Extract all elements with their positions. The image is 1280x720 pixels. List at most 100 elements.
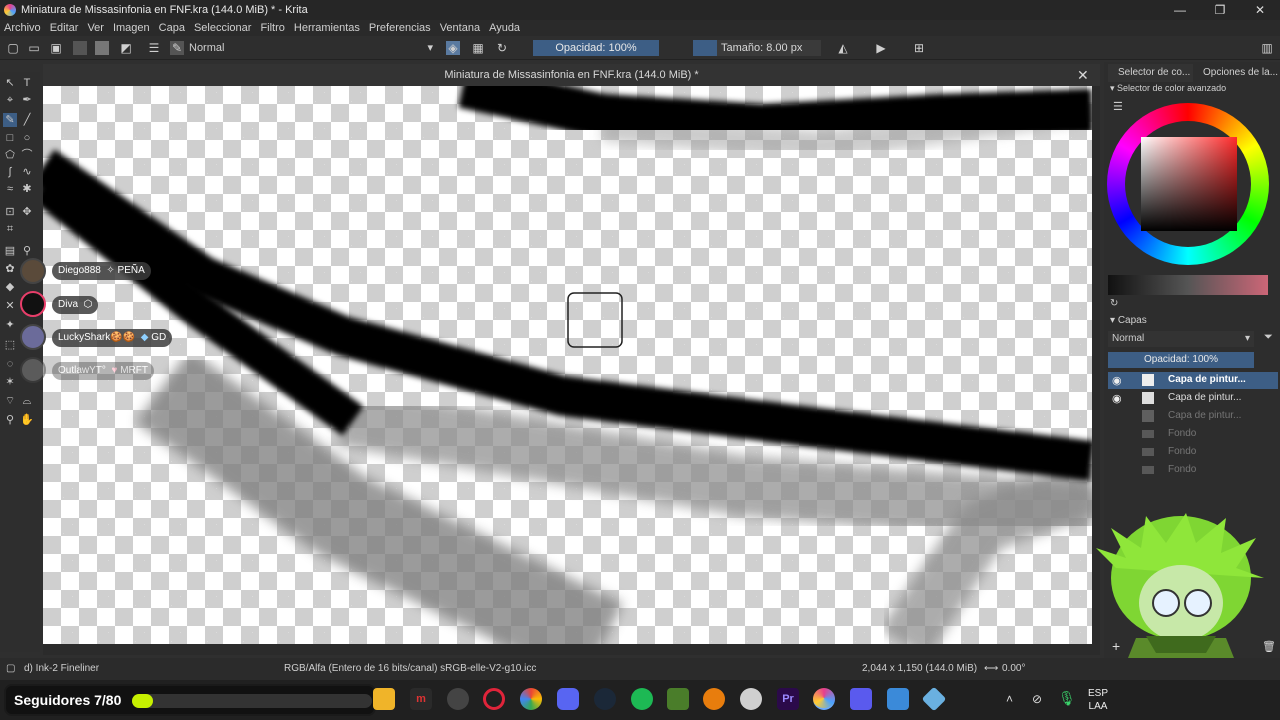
cinema4d-icon[interactable] — [740, 688, 762, 710]
spotify-icon[interactable] — [631, 688, 653, 710]
menu-filtro[interactable]: Filtro — [260, 22, 284, 34]
rectangle-tool-icon[interactable]: □ — [3, 131, 17, 145]
menu-herramientas[interactable]: Herramientas — [294, 22, 360, 34]
menu-ver[interactable]: Ver — [87, 22, 104, 34]
gradient-icon[interactable] — [73, 41, 87, 55]
dynamic-brush-icon[interactable]: ≈ — [3, 182, 17, 196]
close-window-button[interactable]: ✕ — [1240, 0, 1280, 20]
brush-settings-icon[interactable]: ☰ — [147, 41, 161, 55]
freehand-brush-icon[interactable]: ✎ — [3, 113, 17, 127]
reload-brush-icon[interactable]: ↻ — [495, 41, 509, 55]
multibrush-icon[interactable]: ✱ — [20, 182, 34, 196]
eraser-icon[interactable]: ◈ — [446, 41, 460, 55]
bezier-tool-icon[interactable]: ∫ — [3, 165, 17, 179]
tab-color-selector[interactable]: Selector de co... — [1108, 64, 1193, 82]
color-picker-icon[interactable]: ⚲ — [20, 244, 34, 258]
drawing-canvas[interactable] — [43, 86, 1092, 644]
freehand-path-icon[interactable]: ∿ — [20, 165, 34, 179]
opera-icon[interactable] — [483, 688, 505, 710]
opacity-slider[interactable]: Opacidad: 100% — [533, 40, 659, 56]
colorize-mask-icon[interactable]: ✿ — [3, 262, 17, 276]
mirror-horizontal-icon[interactable]: ◭ — [836, 41, 850, 55]
filter-icon[interactable]: ⏷ — [1264, 331, 1273, 344]
menu-preferencias[interactable]: Preferencias — [369, 22, 431, 34]
layer-row[interactable]: Fondo — [1108, 444, 1278, 461]
size-swatch — [693, 40, 717, 56]
brush-preset-icon[interactable]: ✎ — [170, 41, 184, 55]
layer-opacity-slider[interactable]: Opacidad: 100% — [1108, 352, 1254, 368]
zoom-tool-icon[interactable]: ⚲ — [3, 413, 17, 427]
menu-ventana[interactable]: Ventana — [440, 22, 480, 34]
calligraphy-icon[interactable]: ✒ — [20, 93, 34, 107]
blender-icon[interactable] — [703, 688, 725, 710]
edit-shapes-icon[interactable]: ⌖ — [3, 93, 17, 107]
menu-archivo[interactable]: Archivo — [4, 22, 41, 34]
pattern-icon[interactable] — [95, 41, 109, 55]
bezier-select-icon[interactable]: ⌔ — [3, 394, 17, 408]
minecraft-icon[interactable] — [667, 688, 689, 710]
blend-mode-select[interactable]: Normal ▾ — [189, 40, 439, 56]
layer-row[interactable]: Capa de pintur... — [1108, 408, 1278, 425]
layer-row[interactable]: ◉ Capa de pintur... — [1108, 372, 1278, 389]
wrap-around-icon[interactable]: ⊞ — [912, 41, 926, 55]
saturation-value-square[interactable] — [1141, 137, 1237, 231]
assistant-tool-icon[interactable]: ✕ — [3, 299, 17, 313]
brush-size-slider[interactable]: Tamaño: 8.00 px — [717, 40, 821, 56]
move-tool-icon[interactable]: ✥ — [20, 205, 34, 219]
refresh-icon[interactable]: ↻ — [1110, 298, 1118, 309]
layer-row[interactable]: ◉ Capa de pintur... — [1108, 390, 1278, 407]
ellipse-tool-icon[interactable]: ○ — [20, 131, 34, 145]
discord-icon[interactable] — [557, 688, 579, 710]
line-tool-icon[interactable]: ╱ — [20, 113, 34, 127]
layer-blend-select[interactable]: Normal ▾ — [1108, 331, 1254, 347]
menu-capa[interactable]: Capa — [159, 22, 185, 34]
save-icon[interactable]: ▣ — [49, 41, 63, 55]
mirror-vertical-icon[interactable]: ▶ — [874, 41, 888, 55]
transform-tool-icon[interactable]: ⊡ — [3, 205, 17, 219]
chrome-icon[interactable] — [520, 688, 542, 710]
premiere-icon[interactable]: Pr — [777, 688, 799, 710]
layer-row[interactable]: Fondo — [1108, 462, 1278, 479]
magnetic-select-icon[interactable]: ⌓ — [20, 394, 34, 408]
menu-editar[interactable]: Editar — [50, 22, 79, 34]
polyline-tool-icon[interactable]: ⌒ — [20, 148, 34, 162]
microphone-icon[interactable]: 🎙 — [1058, 690, 1076, 707]
language-indicator[interactable]: ESP LAA — [1088, 687, 1108, 713]
open-folder-icon[interactable]: ▭ — [27, 41, 41, 55]
magic-wand-icon[interactable]: ✶ — [3, 375, 17, 389]
menu-ayuda[interactable]: Ayuda — [489, 22, 520, 34]
reference-tool-icon[interactable]: ✦ — [3, 318, 17, 332]
rect-select-icon[interactable]: ⬚ — [3, 338, 17, 352]
menu-imagen[interactable]: Imagen — [113, 22, 150, 34]
layer-row[interactable]: Fondo — [1108, 426, 1278, 443]
fg-bg-color-icon[interactable]: ◩ — [119, 41, 133, 55]
document-tab[interactable]: Miniatura de Missasinfonia en FNF.kra (1… — [43, 64, 1100, 86]
alpha-lock-icon[interactable]: ▦ — [471, 41, 485, 55]
wifi-off-icon[interactable]: ⊘ — [1032, 692, 1042, 706]
fill-tool-icon[interactable]: ◆ — [3, 280, 17, 294]
file-explorer-icon[interactable] — [373, 688, 395, 710]
color-settings-icon[interactable]: ☰ — [1113, 100, 1123, 113]
select-shapes-icon[interactable]: ↖ — [3, 76, 17, 90]
game-app-icon[interactable] — [850, 688, 872, 710]
close-document-icon[interactable]: ✕ — [1077, 64, 1089, 86]
store-icon[interactable] — [887, 688, 909, 710]
tab-tool-options[interactable]: Opciones de la... — [1196, 64, 1280, 82]
gradient-tool-icon[interactable]: ▤ — [3, 244, 17, 258]
text-tool-icon[interactable]: T — [20, 76, 34, 90]
obs-icon[interactable] — [447, 688, 469, 710]
chevron-up-icon[interactable]: ˄ — [1006, 692, 1013, 706]
app-m-icon[interactable]: m — [410, 688, 432, 710]
maximize-button[interactable]: ❐ — [1200, 0, 1240, 20]
minimize-button[interactable]: — — [1160, 0, 1200, 20]
polygon-tool-icon[interactable]: ⬠ — [3, 148, 17, 162]
menu-seleccionar[interactable]: Seleccionar — [194, 22, 251, 34]
ellipse-select-icon[interactable]: ◌ — [3, 357, 17, 371]
crop-tool-icon[interactable]: ⌗ — [3, 222, 17, 236]
color-history-bar[interactable] — [1108, 275, 1268, 295]
pan-tool-icon[interactable]: ✋ — [20, 413, 34, 427]
panel-toggle-icon[interactable]: ▥ — [1260, 41, 1274, 55]
new-file-icon[interactable]: ▢ — [6, 41, 20, 55]
steam-icon[interactable] — [594, 688, 616, 710]
krita-taskbar-icon[interactable] — [813, 688, 835, 710]
